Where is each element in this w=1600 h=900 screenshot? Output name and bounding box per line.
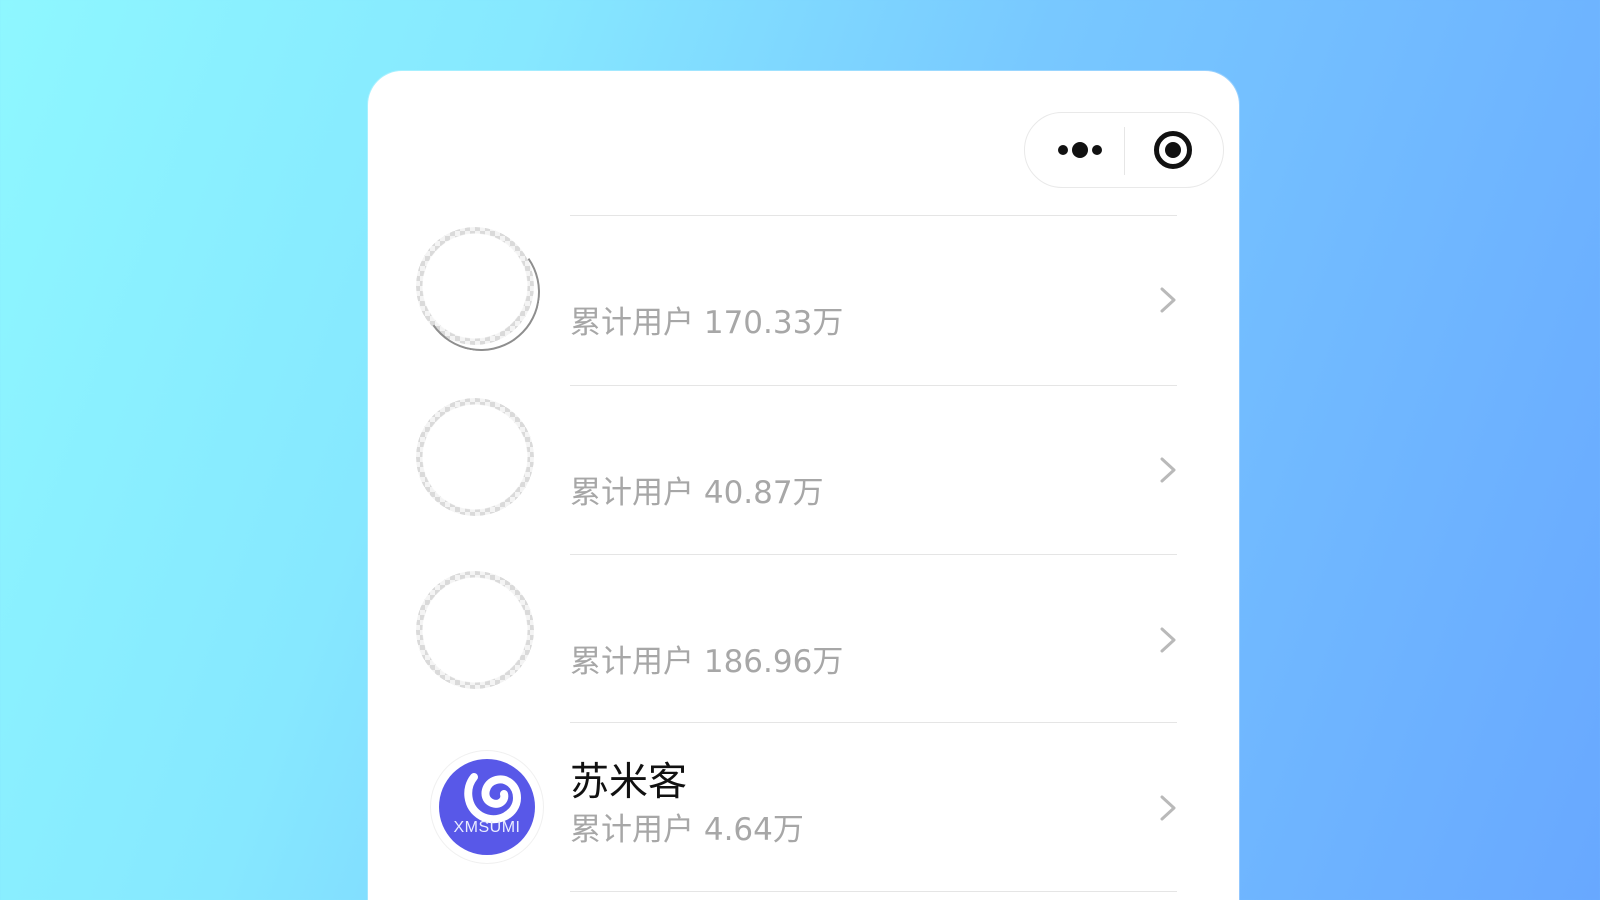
list-divider-bottom — [570, 891, 1177, 892]
dot-large-middle — [1072, 142, 1088, 158]
capsule-divider — [1124, 127, 1125, 175]
chevron-right-icon — [1160, 627, 1176, 653]
item-subtitle: 累计用户 4.64万 — [570, 812, 804, 848]
chevron-right-icon — [1160, 287, 1176, 313]
avatar-placeholder — [416, 398, 534, 516]
list-item[interactable]: 累计用户 40.87万 — [368, 386, 1239, 554]
brand-logo-icon — [464, 773, 521, 824]
list-item[interactable]: XMSUMI 苏米客 累计用户 4.64万 — [368, 723, 1239, 891]
more-dots-icon — [1056, 141, 1102, 159]
close-button[interactable] — [1131, 113, 1215, 187]
brand-avatar-circle: XMSUMI — [439, 759, 535, 855]
list-item[interactable]: 累计用户 186.96万 — [368, 555, 1239, 723]
avatar: XMSUMI — [431, 751, 543, 863]
item-subtitle: 累计用户 40.87万 — [570, 475, 824, 511]
list-item[interactable]: 累计用户 170.33万 — [368, 216, 1239, 384]
more-button[interactable] — [1035, 113, 1123, 187]
target-dot — [1165, 142, 1181, 158]
avatar-placeholder — [416, 571, 534, 689]
item-title: 苏米客 — [570, 760, 688, 805]
target-close-icon — [1154, 131, 1192, 169]
top-capsule — [1024, 112, 1224, 188]
dot-small-right — [1092, 145, 1102, 155]
item-subtitle: 累计用户 170.33万 — [570, 305, 844, 341]
item-subtitle: 累计用户 186.96万 — [570, 644, 844, 680]
dot-small-left — [1058, 145, 1068, 155]
brand-avatar-label: XMSUMI — [453, 819, 521, 836]
chevron-right-icon — [1160, 457, 1176, 483]
chevron-right-icon — [1160, 795, 1176, 821]
